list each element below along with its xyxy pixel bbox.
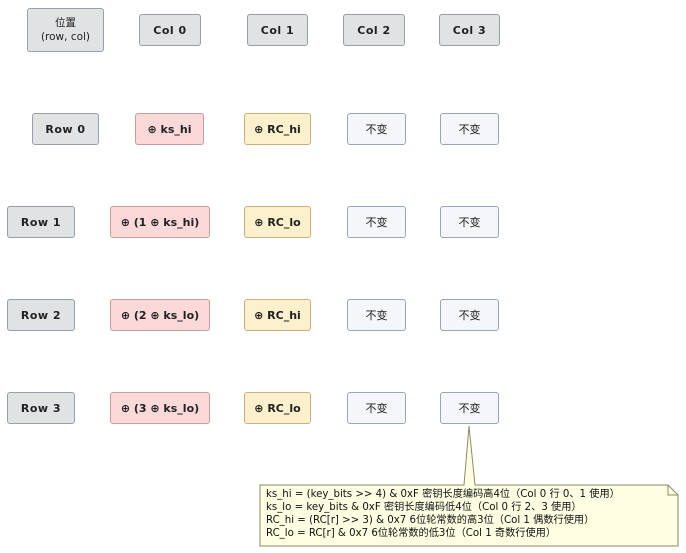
row-2-col-2-cell: 不变 (347, 299, 406, 331)
row-0-col-2-cell: 不变 (347, 113, 406, 145)
row-1-col-1-cell: ⊕ RC_lo (244, 206, 311, 238)
note-line-ks-hi: ks_hi = (key_bits >> 4) & 0xF 密钥长度编码高4位（… (266, 489, 620, 500)
row-0-col-3-cell: 不变 (440, 113, 499, 145)
col-1-header: Col 1 (247, 14, 308, 46)
row-3-col-3-cell: 不变 (440, 392, 499, 424)
row-3-col-1-cell: ⊕ RC_lo (244, 392, 311, 424)
row-2-col-3-cell: 不变 (440, 299, 499, 331)
note-callout (259, 425, 679, 547)
row-2-label: Row 2 (7, 299, 75, 331)
row-3-col-2-cell: 不变 (347, 392, 406, 424)
note-line-rc-lo: RC_lo = RC[r] & 0x7 6位轮常数的低3位（Col 1 奇数行使… (266, 528, 557, 539)
position-header-line1: 位置 (55, 17, 76, 29)
row-1-col-2-cell: 不变 (347, 206, 406, 238)
col-0-header: Col 0 (139, 14, 201, 46)
row-1-col-3-cell: 不变 (440, 206, 499, 238)
note-text: ks_hi = (key_bits >> 4) & 0xF 密钥长度编码高4位（… (266, 488, 676, 540)
row-0-label: Row 0 (32, 113, 99, 145)
note-line-ks-lo: ks_lo = key_bits & 0xF 密钥长度编码低4位（Col 0 行… (266, 502, 582, 513)
row-1-label: Row 1 (7, 206, 75, 238)
position-header-line2: (row, col) (40, 31, 91, 43)
col-3-header: Col 3 (439, 14, 500, 46)
row-3-col-0-cell: ⊕ (3 ⊕ ks_lo) (110, 392, 210, 424)
row-3-label: Row 3 (7, 392, 75, 424)
row-0-col-0-cell: ⊕ ks_hi (135, 113, 204, 145)
note-line-rc-hi: RC_hi = (RC[r] >> 3) & 0x7 6位轮常数的高3位（Col… (266, 515, 595, 526)
position-header: 位置 (row, col) (27, 8, 104, 52)
row-0-col-1-cell: ⊕ RC_hi (244, 113, 311, 145)
row-1-col-0-cell: ⊕ (1 ⊕ ks_hi) (110, 206, 210, 238)
row-2-col-1-cell: ⊕ RC_hi (244, 299, 311, 331)
col-2-header: Col 2 (343, 14, 405, 46)
row-2-col-0-cell: ⊕ (2 ⊕ ks_lo) (110, 299, 210, 331)
